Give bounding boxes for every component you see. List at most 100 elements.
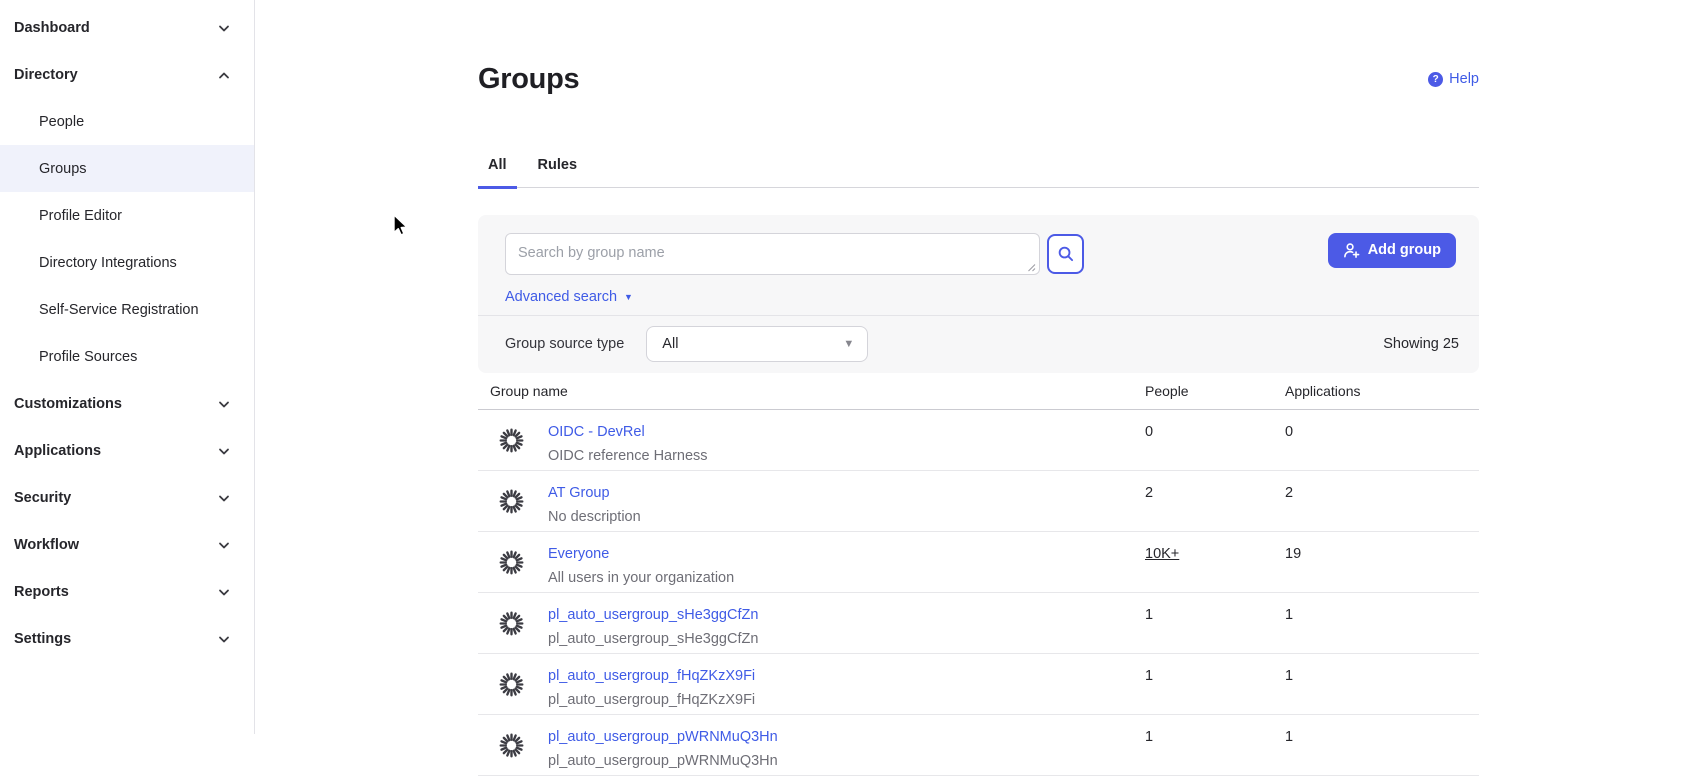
chevron-up-icon [216,67,232,83]
sidebar-item-customizations[interactable]: Customizations [0,380,254,427]
advanced-search-link[interactable]: Advanced search ▼ [505,289,633,305]
sidebar-item-security[interactable]: Security [0,474,254,521]
people-count: 2 [1145,483,1285,503]
people-count: 1 [1145,605,1285,625]
applications-count: 1 [1285,727,1478,747]
group-name-link[interactable]: AT Group [548,483,641,503]
sidebar-item-people[interactable]: People [0,98,254,145]
people-count: 1 [1145,666,1285,686]
chevron-down-icon [216,20,232,36]
group-name-link[interactable]: pl_auto_usergroup_sHe3ggCfZn [548,605,758,625]
sidebar-item-label: Dashboard [14,20,90,36]
advanced-search-row: Advanced search ▼ [478,289,1479,315]
sidebar-item-label: Profile Sources [39,349,137,365]
group-description: All users in your organization [548,568,734,588]
search-button[interactable] [1047,234,1084,274]
column-header-applications: Applications [1285,383,1478,399]
group-icon [498,549,525,576]
add-group-button[interactable]: Add group [1328,233,1456,268]
chevron-down-icon [216,584,232,600]
chevron-down-icon [216,396,232,412]
group-name-link[interactable]: pl_auto_usergroup_fHqZKzX9Fi [548,666,755,686]
person-add-icon [1343,242,1360,259]
caret-down-icon: ▼ [843,338,854,350]
sidebar-item-label: Directory [14,67,78,83]
tab-bar: All Rules [478,155,1479,188]
caret-down-icon: ▼ [624,292,633,302]
sidebar-item-applications[interactable]: Applications [0,427,254,474]
group-icon [498,488,525,515]
table-row: Everyone All users in your organization … [478,532,1479,593]
group-source-type-select[interactable]: All ▼ [646,326,868,362]
group-description: OIDC reference Harness [548,446,708,466]
table-row: pl_auto_usergroup_sHe3ggCfZn pl_auto_use… [478,593,1479,654]
chevron-down-icon [216,490,232,506]
group-icon [498,427,525,454]
sidebar-item-workflow[interactable]: Workflow [0,521,254,568]
tab-rules[interactable]: Rules [528,155,588,189]
sidebar-item-label: Settings [14,631,71,647]
advanced-search-label: Advanced search [505,289,617,305]
sidebar-item-directory[interactable]: Directory [0,51,254,98]
sidebar-item-profile-editor[interactable]: Profile Editor [0,192,254,239]
table-header: Group name People Applications [478,373,1479,410]
column-header-group-name: Group name [490,383,1145,399]
group-source-type-label: Group source type [505,336,624,352]
main-content: Groups ? Help All Rules [256,0,1687,734]
help-label: Help [1449,71,1479,87]
sidebar-item-reports[interactable]: Reports [0,568,254,615]
sidebar: Dashboard Directory People Groups Profil… [0,0,255,734]
group-icon [498,671,525,698]
group-name-link[interactable]: pl_auto_usergroup_pWRNMuQ3Hn [548,727,778,747]
people-count: 1 [1145,727,1285,747]
applications-count: 2 [1285,483,1478,503]
sidebar-item-profile-sources[interactable]: Profile Sources [0,333,254,380]
table-row: pl_auto_usergroup_fHqZKzX9Fi pl_auto_use… [478,654,1479,715]
sidebar-item-label: Directory Integrations [39,255,177,271]
search-input-wrap [505,233,1040,279]
applications-count: 19 [1285,544,1478,564]
sidebar-item-label: Security [14,490,71,506]
group-description: No description [548,507,641,527]
group-name-link[interactable]: OIDC - DevRel [548,422,708,442]
applications-count: 1 [1285,605,1478,625]
sidebar-item-self-service-registration[interactable]: Self-Service Registration [0,286,254,333]
sidebar-item-groups[interactable]: Groups [0,145,254,192]
sidebar-item-settings[interactable]: Settings [0,615,254,662]
people-count-link[interactable]: 10K+ [1145,544,1285,564]
sidebar-item-label: Profile Editor [39,208,122,224]
applications-count: 1 [1285,666,1478,686]
page-header: Groups ? Help [478,42,1479,117]
group-description: pl_auto_usergroup_pWRNMuQ3Hn [548,751,778,771]
sidebar-item-label: Reports [14,584,69,600]
group-description: pl_auto_usergroup_sHe3ggCfZn [548,629,758,649]
chevron-down-icon [216,537,232,553]
sidebar-item-label: Self-Service Registration [39,302,199,318]
table-row: pl_auto_usergroup_pWRNMuQ3Hn pl_auto_use… [478,715,1479,776]
sidebar-item-label: People [39,114,84,130]
group-icon [498,610,525,637]
applications-count: 0 [1285,422,1478,442]
showing-count: Showing 25 [1383,336,1459,352]
group-icon [498,732,525,759]
search-icon [1057,245,1074,262]
sidebar-item-directory-integrations[interactable]: Directory Integrations [0,239,254,286]
sidebar-item-label: Customizations [14,396,122,412]
groups-table: Group name People Applications OIDC - De… [478,373,1479,776]
add-group-label: Add group [1368,242,1441,258]
help-link[interactable]: ? Help [1428,71,1479,87]
search-input[interactable] [505,233,1040,275]
help-icon: ? [1428,72,1443,87]
search-row: Add group [478,215,1479,287]
search-filter-card: Add group Advanced search ▼ Group source… [478,215,1479,373]
table-row: AT Group No description 2 2 [478,471,1479,532]
group-name-link[interactable]: Everyone [548,544,734,564]
sidebar-item-dashboard[interactable]: Dashboard [0,4,254,51]
chevron-down-icon [216,631,232,647]
group-description: pl_auto_usergroup_fHqZKzX9Fi [548,690,755,710]
table-row: OIDC - DevRel OIDC reference Harness 0 0 [478,410,1479,471]
sidebar-item-label: Workflow [14,537,79,553]
filter-row: Group source type All ▼ Showing 25 [478,316,1479,373]
sidebar-item-label: Applications [14,443,101,459]
tab-all[interactable]: All [478,155,517,189]
